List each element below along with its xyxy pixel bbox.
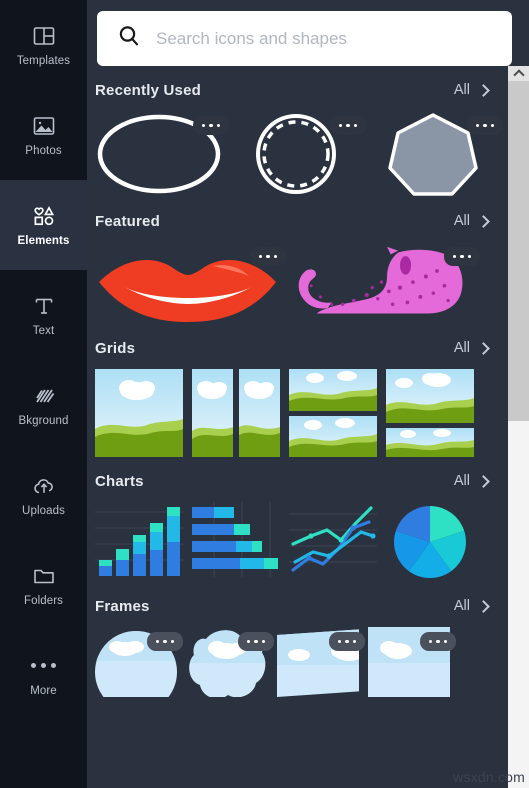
- search-input[interactable]: Search icons and shapes: [156, 29, 347, 49]
- section-recently-used: Recently Used All: [87, 80, 508, 197]
- more-dots-icon: [31, 653, 56, 679]
- sidebar-item-label: Bkground: [18, 414, 69, 427]
- recently-used-row: [87, 111, 508, 197]
- see-all-grids[interactable]: All: [453, 340, 490, 356]
- section-grids: Grids All: [87, 338, 508, 457]
- sidebar-item-label: Templates: [16, 54, 71, 67]
- more-options-button[interactable]: [238, 632, 274, 651]
- see-all-charts[interactable]: All: [453, 473, 490, 489]
- sidebar-item-label: Folders: [23, 594, 64, 607]
- section-title: Charts: [95, 472, 144, 490]
- more-options-button[interactable]: [250, 247, 286, 266]
- search-icon: [116, 23, 142, 54]
- element-tile-leopard[interactable]: [289, 242, 480, 324]
- grid-two-columns[interactable]: [192, 369, 280, 457]
- sidebar-item-label: Elements: [17, 234, 70, 247]
- element-tile-circle-frame[interactable]: [95, 627, 183, 697]
- more-options-button[interactable]: [193, 116, 229, 135]
- chevron-right-icon: [477, 474, 490, 488]
- chevron-right-icon: [477, 341, 490, 355]
- section-title: Recently Used: [95, 81, 201, 99]
- more-options-button[interactable]: [330, 116, 366, 135]
- section-header: Grids All: [87, 338, 508, 358]
- watermark: wsxdn.com: [453, 769, 525, 785]
- see-all-featured[interactable]: All: [453, 213, 490, 229]
- sidebar-item-label: Text: [32, 324, 55, 337]
- search-bar: Search icons and shapes: [97, 11, 512, 66]
- see-all-label: All: [453, 598, 470, 614]
- element-tile-ellipse[interactable]: [95, 111, 229, 197]
- sidebar-item-folders[interactable]: Folders: [0, 540, 87, 630]
- folders-icon: [31, 563, 57, 589]
- more-options-button[interactable]: [420, 632, 456, 651]
- templates-icon: [31, 23, 57, 49]
- chevron-right-icon: [477, 214, 490, 228]
- uploads-icon: [31, 473, 57, 499]
- horizontal-bar-chart[interactable]: [192, 502, 280, 582]
- sidebar-item-templates[interactable]: Templates: [0, 0, 87, 90]
- pie-chart[interactable]: [386, 502, 474, 582]
- see-all-label: All: [453, 213, 470, 229]
- see-all-label: All: [453, 473, 470, 489]
- search-input-container[interactable]: Search icons and shapes: [97, 11, 512, 66]
- more-options-button[interactable]: [467, 116, 503, 135]
- sidebar-item-label: Uploads: [22, 504, 65, 517]
- more-options-button[interactable]: [147, 632, 183, 651]
- scroll-up-button[interactable]: [508, 66, 529, 81]
- see-all-label: All: [453, 340, 470, 356]
- sidebar-item-uploads[interactable]: Uploads: [0, 450, 87, 540]
- section-charts: Charts All: [87, 471, 508, 582]
- section-frames: Frames All: [87, 596, 508, 697]
- text-icon: [31, 293, 57, 319]
- sidebar-item-text[interactable]: Text: [0, 270, 87, 360]
- sidebar-item-label: More: [30, 684, 57, 697]
- left-sidebar: Templates Photos Elements Text Bkground …: [0, 0, 87, 788]
- element-tile-blob-frame[interactable]: [186, 627, 274, 697]
- sidebar-item-label: Photos: [25, 144, 62, 157]
- sidebar-item-bkground[interactable]: Bkground: [0, 360, 87, 450]
- grid-two-rows-offset[interactable]: [386, 369, 474, 457]
- elements-panel: Search icons and shapes Recently Used Al…: [87, 0, 529, 788]
- section-featured: Featured All: [87, 211, 508, 324]
- sidebar-item-more[interactable]: More: [0, 630, 87, 720]
- section-title: Grids: [95, 339, 136, 357]
- line-chart[interactable]: [289, 502, 377, 582]
- see-all-label: All: [453, 82, 470, 98]
- background-icon: [31, 383, 57, 409]
- chevron-right-icon: [477, 83, 490, 97]
- panel-scrollbar[interactable]: [508, 66, 529, 788]
- section-title: Featured: [95, 212, 160, 230]
- sidebar-item-elements[interactable]: Elements: [0, 166, 87, 284]
- grid-two-rows[interactable]: [289, 369, 377, 457]
- grid-single-cell[interactable]: [95, 369, 183, 457]
- elements-panel-app: Templates Photos Elements Text Bkground …: [0, 0, 529, 788]
- chevron-up-icon: [512, 69, 525, 81]
- see-all-recently-used[interactable]: All: [453, 82, 490, 98]
- element-tile-lips[interactable]: [95, 242, 286, 324]
- element-tile-square-frame[interactable]: [368, 627, 456, 697]
- section-header: Charts All: [87, 471, 508, 491]
- elements-icon: [31, 203, 57, 229]
- panel-scroll-area: Recently Used All Featured All Grids All…: [87, 66, 508, 788]
- grids-row: [87, 369, 508, 457]
- scrollbar-thumb[interactable]: [508, 81, 529, 421]
- section-header: Featured All: [87, 211, 508, 231]
- section-header: Frames All: [87, 596, 508, 616]
- more-options-button[interactable]: [329, 632, 365, 651]
- section-title: Frames: [95, 597, 150, 615]
- charts-row: [87, 502, 508, 582]
- more-options-button[interactable]: [444, 247, 480, 266]
- section-header: Recently Used All: [87, 80, 508, 100]
- frames-row: [87, 627, 508, 697]
- element-tile-rect-frame[interactable]: [277, 627, 365, 697]
- element-tile-dashed-circle[interactable]: [232, 111, 366, 197]
- element-tile-heptagon[interactable]: [369, 111, 503, 197]
- featured-row: [87, 242, 508, 324]
- stacked-bar-chart[interactable]: [95, 502, 183, 582]
- photos-icon: [31, 113, 57, 139]
- chevron-right-icon: [477, 599, 490, 613]
- see-all-frames[interactable]: All: [453, 598, 490, 614]
